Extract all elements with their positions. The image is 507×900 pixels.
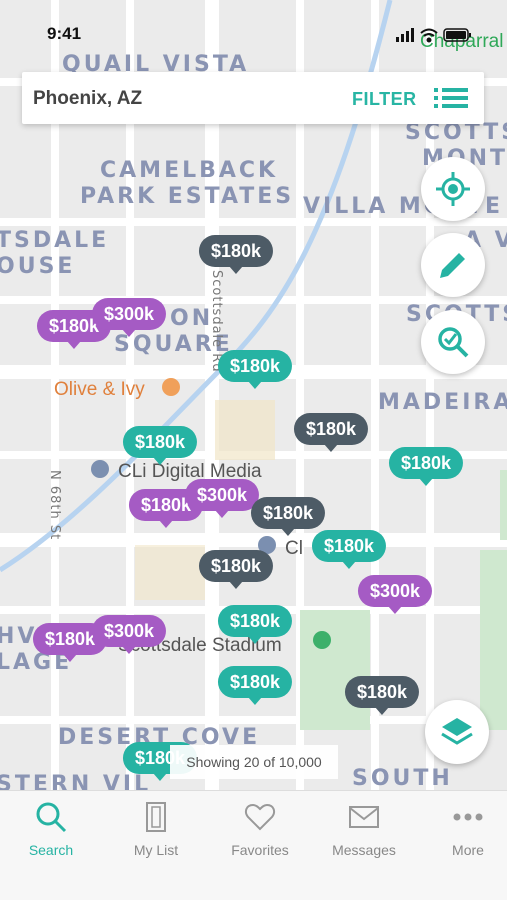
map-label-n68th: N 68th St: [47, 470, 62, 541]
battery-icon: [443, 28, 471, 42]
map-label-olive-ivy: Olive & Ivy: [54, 379, 145, 400]
map-label-cli-2: Cl: [285, 538, 303, 559]
location-text[interactable]: Phoenix, AZ: [33, 88, 142, 110]
wifi-icon: [420, 28, 438, 43]
nav-more-label: More: [452, 842, 484, 858]
pencil-icon: [440, 253, 465, 278]
map-label-stern-vil: STERN VIL: [0, 772, 152, 790]
price-pin[interactable]: $180k: [311, 530, 387, 569]
price-pin[interactable]: $180k: [388, 447, 464, 486]
price-pin[interactable]: $300k: [184, 479, 260, 518]
location-crosshair-icon: [436, 172, 470, 206]
nav-messages[interactable]: Messages: [314, 799, 414, 858]
heart-icon: [244, 803, 276, 831]
map-label-hv: HV: [0, 624, 38, 649]
price-pin[interactable]: $300k: [91, 298, 167, 337]
price-pin[interactable]: $300k: [91, 615, 167, 654]
map-label-camelback: CAMELBACK: [100, 158, 279, 183]
layers-icon: [441, 718, 473, 745]
map-label-south: SOUTH: [352, 766, 453, 790]
bottom-navigation: Search My List Favorites Messages More: [0, 790, 507, 900]
search-icon: [36, 802, 67, 833]
nav-more[interactable]: More: [418, 799, 507, 858]
map-label-on: ON: [170, 306, 214, 331]
signal-icon: [396, 28, 414, 42]
nav-my-list[interactable]: My List: [106, 799, 206, 858]
nav-favorites[interactable]: Favorites: [210, 799, 310, 858]
map-label-ouse: OUSE: [0, 254, 76, 279]
status-bar: 9:41: [0, 20, 507, 50]
my-location-button[interactable]: [421, 157, 485, 221]
nav-my-list-label: My List: [133, 842, 179, 858]
more-dots-icon: [453, 813, 483, 821]
price-pin[interactable]: $180k: [217, 605, 293, 644]
price-pin[interactable]: $180k: [344, 676, 420, 715]
nav-messages-label: Messages: [332, 842, 396, 858]
results-count: Showing 20 of 10,000: [170, 745, 338, 779]
price-pin[interactable]: $180k: [198, 235, 274, 274]
location-search-bar[interactable]: Phoenix, AZ FILTER: [22, 72, 484, 124]
map-label-park-estates: PARK ESTATES: [80, 184, 295, 209]
draw-area-button[interactable]: [421, 233, 485, 297]
nav-favorites-label: Favorites: [231, 842, 289, 858]
price-pin[interactable]: $180k: [293, 413, 369, 452]
map-label-madeira: MADEIRA: [378, 390, 507, 415]
price-pin[interactable]: $180k: [122, 426, 198, 465]
price-pin[interactable]: $180k: [198, 550, 274, 589]
status-time: 9:41: [47, 24, 82, 43]
search-area-button[interactable]: [421, 310, 485, 374]
map-label-tsdale: TSDALE: [0, 228, 110, 253]
price-pin[interactable]: $180k: [217, 666, 293, 705]
status-icons: [396, 28, 471, 43]
search-check-icon: [438, 327, 469, 358]
nav-search-label: Search: [28, 842, 74, 858]
price-pin[interactable]: $180k: [217, 350, 293, 389]
filter-button[interactable]: FILTER: [352, 89, 417, 110]
door-icon: [146, 802, 166, 832]
mail-icon: [349, 806, 379, 828]
price-pin[interactable]: $180k: [250, 497, 326, 536]
nav-search[interactable]: Search: [1, 799, 101, 858]
list-view-icon[interactable]: [434, 87, 468, 109]
price-pin[interactable]: $300k: [357, 575, 433, 614]
map-layers-button[interactable]: [425, 700, 489, 764]
